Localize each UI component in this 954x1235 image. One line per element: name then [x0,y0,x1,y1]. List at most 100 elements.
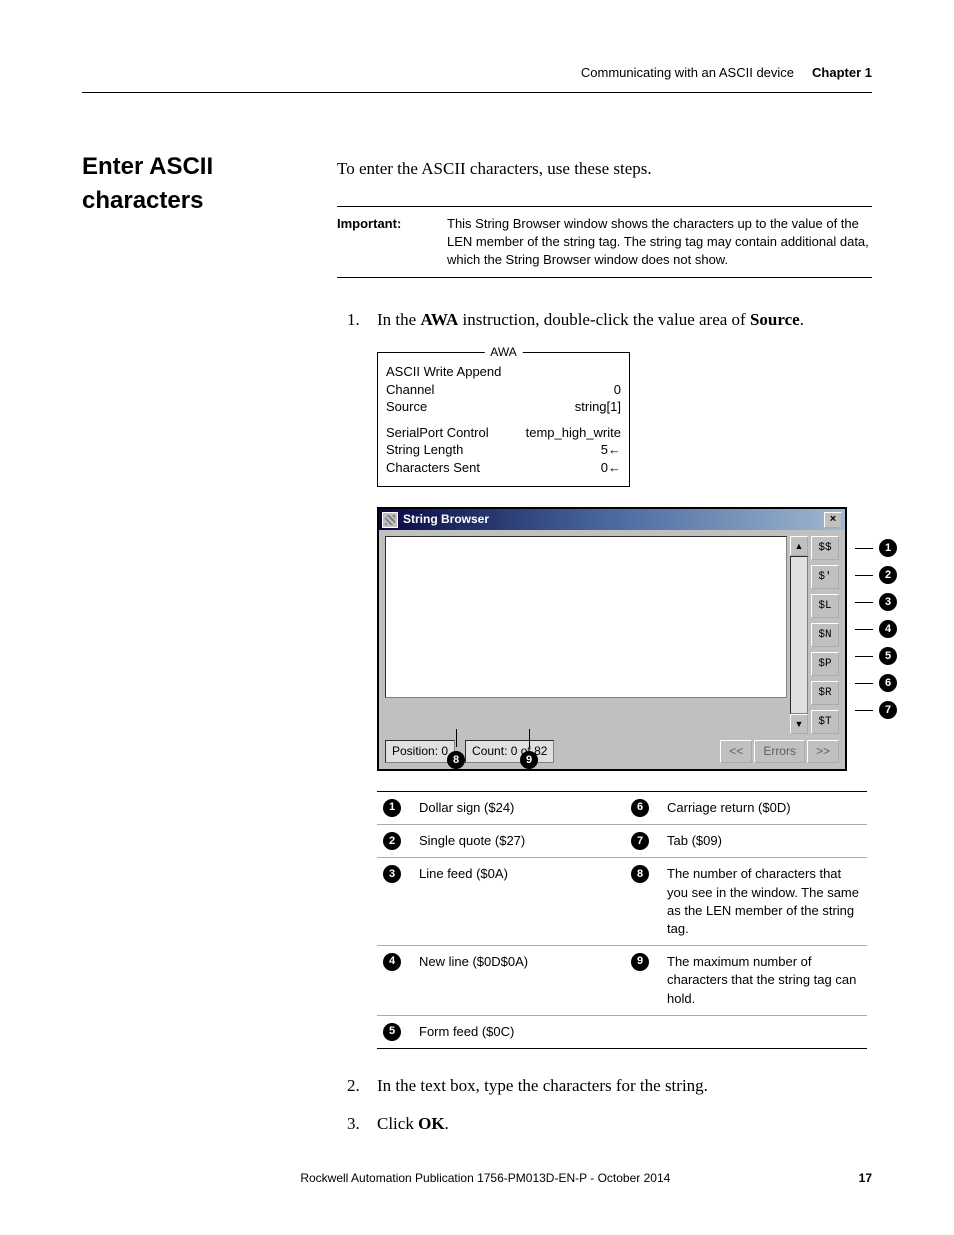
section-heading: Enter ASCII characters [82,150,322,217]
awa-source-label: Source [386,398,427,416]
important-text: This String Browser window shows the cha… [447,215,872,270]
callout-circle-8: 8 [447,751,465,769]
main-column: To enter the ASCII characters, use these… [337,157,872,1136]
legend-text-1: Dollar sign ($24) [413,792,625,825]
titlebar-left: String Browser [382,511,489,528]
window-icon [382,512,398,528]
callout-line [529,729,530,747]
callout-line [855,575,873,576]
legend-num-9: 9 [631,953,649,971]
insert-quote-button[interactable]: $' [811,565,839,589]
legend-num-5: 5 [383,1023,401,1041]
page-number: 17 [859,1170,872,1187]
callout-line [855,683,873,684]
running-header: Communicating with an ASCII device Chapt… [82,64,872,82]
step-1-mid: instruction, double-click the value area… [458,310,750,329]
callout-line [855,710,873,711]
string-editor[interactable] [385,536,787,698]
next-error-button[interactable]: >> [807,740,839,763]
callout-line [456,729,457,747]
callout-5: 5 [855,645,897,667]
legend-text-8: The number of characters that you see in… [661,858,867,946]
callout-circle-4: 4 [879,620,897,638]
legend-table: 1 Dollar sign ($24) 6 Carriage return ($… [377,791,867,1049]
callout-3: 3 [855,591,897,613]
editor-row: ▲ ▼ $$ $' $L $N $P $R $T [385,536,839,734]
page: Communicating with an ASCII device Chapt… [0,0,954,1235]
callout-9: 9 [520,729,538,769]
legend-num-7: 7 [631,832,649,850]
legend-text-6: Carriage return ($0D) [661,792,867,825]
callout-circle-1: 1 [879,539,897,557]
side-callouts: 1 2 3 4 5 6 7 [855,537,897,721]
callout-circle-5: 5 [879,647,897,665]
legend-text-5: Form feed ($0C) [413,1015,625,1048]
callout-7: 7 [855,699,897,721]
step-1-text: In the AWA instruction, double-click the… [377,308,872,332]
callout-2: 2 [855,564,897,586]
callout-line [855,548,873,549]
callout-line [855,602,873,603]
legend-text-4: New line ($0D$0A) [413,946,625,1016]
awa-slen-arrow: ← [608,442,621,457]
insert-dollar-button[interactable]: $$ [811,536,839,560]
legend-text-3: Line feed ($0A) [413,858,625,946]
insert-cr-button[interactable]: $R [811,681,839,705]
legend-row-2: 2 Single quote ($27) 7 Tab ($09) [377,825,867,858]
insert-ff-button[interactable]: $P [811,652,839,676]
legend-text-9: The maximum number of characters that th… [661,946,867,1016]
awa-channel-value: 0 [614,381,621,399]
callout-8: 8 [447,729,465,769]
callout-line [855,656,873,657]
close-button[interactable]: × [824,512,842,528]
string-browser-wrap: String Browser × ▲ ▼ [377,507,847,771]
insert-tab-button[interactable]: $T [811,710,839,734]
awa-source-value[interactable]: string[1] [575,398,621,416]
awa-slen-value: 5 [601,442,608,457]
awa-spc-row: SerialPort Control temp_high_write [386,424,621,442]
step-3-pre: Click [377,1114,418,1133]
awa-instruction-block: AWA ASCII Write Append Channel 0 Source … [377,352,630,487]
legend-num-4: 4 [383,953,401,971]
awa-name: ASCII Write Append [386,363,621,381]
intro-text: To enter the ASCII characters, use these… [337,157,872,181]
awa-csent-value: 0 [601,460,608,475]
scroll-up-button[interactable]: ▲ [790,536,808,556]
callout-6: 6 [855,672,897,694]
step-3-end: . [445,1114,449,1133]
important-note: Important: This String Browser window sh… [337,206,872,279]
legend-num-3: 3 [383,865,401,883]
bottom-callouts: 8 9 [447,729,538,769]
awa-csent-label: Characters Sent [386,459,480,477]
awa-name-text: ASCII Write Append [386,363,501,381]
legend-row-5: 5 Form feed ($0C) [377,1015,867,1048]
scroll-down-button[interactable]: ▼ [790,714,808,734]
step-3-text: Click OK. [377,1112,872,1136]
legend-row-4: 4 New line ($0D$0A) 9 The maximum number… [377,946,867,1016]
scroll-track[interactable] [790,556,808,714]
legend-num-8: 8 [631,865,649,883]
step-1: 1. In the AWA instruction, double-click … [347,308,872,332]
steps-list: 1. In the AWA instruction, double-click … [347,308,872,332]
legend-text-2: Single quote ($27) [413,825,625,858]
step-2: 2. In the text box, type the characters … [347,1074,872,1098]
prev-error-button[interactable]: << [720,740,752,763]
side-buttons: $$ $' $L $N $P $R $T [811,536,839,734]
important-label: Important: [337,215,447,270]
doc-title: Communicating with an ASCII device [581,64,794,82]
insert-newline-button[interactable]: $N [811,623,839,647]
callout-circle-2: 2 [879,566,897,584]
awa-csent-arrow: ← [608,460,621,475]
awa-slen-row: String Length 5← [386,441,621,459]
position-label: Position: 0 [385,740,455,763]
awa-csent-row: Characters Sent 0← [386,459,621,477]
step-1-num: 1. [347,308,377,332]
insert-lf-button[interactable]: $L [811,594,839,618]
scrollbar[interactable]: ▲ ▼ [790,536,808,734]
step-2-num: 2. [347,1074,377,1098]
step-2-text: In the text box, type the characters for… [377,1074,872,1098]
awa-channel-label: Channel [386,381,434,399]
callout-circle-7: 7 [879,701,897,719]
errors-button[interactable]: Errors [754,740,805,763]
publication-info: Rockwell Automation Publication 1756-PM0… [112,1170,859,1187]
